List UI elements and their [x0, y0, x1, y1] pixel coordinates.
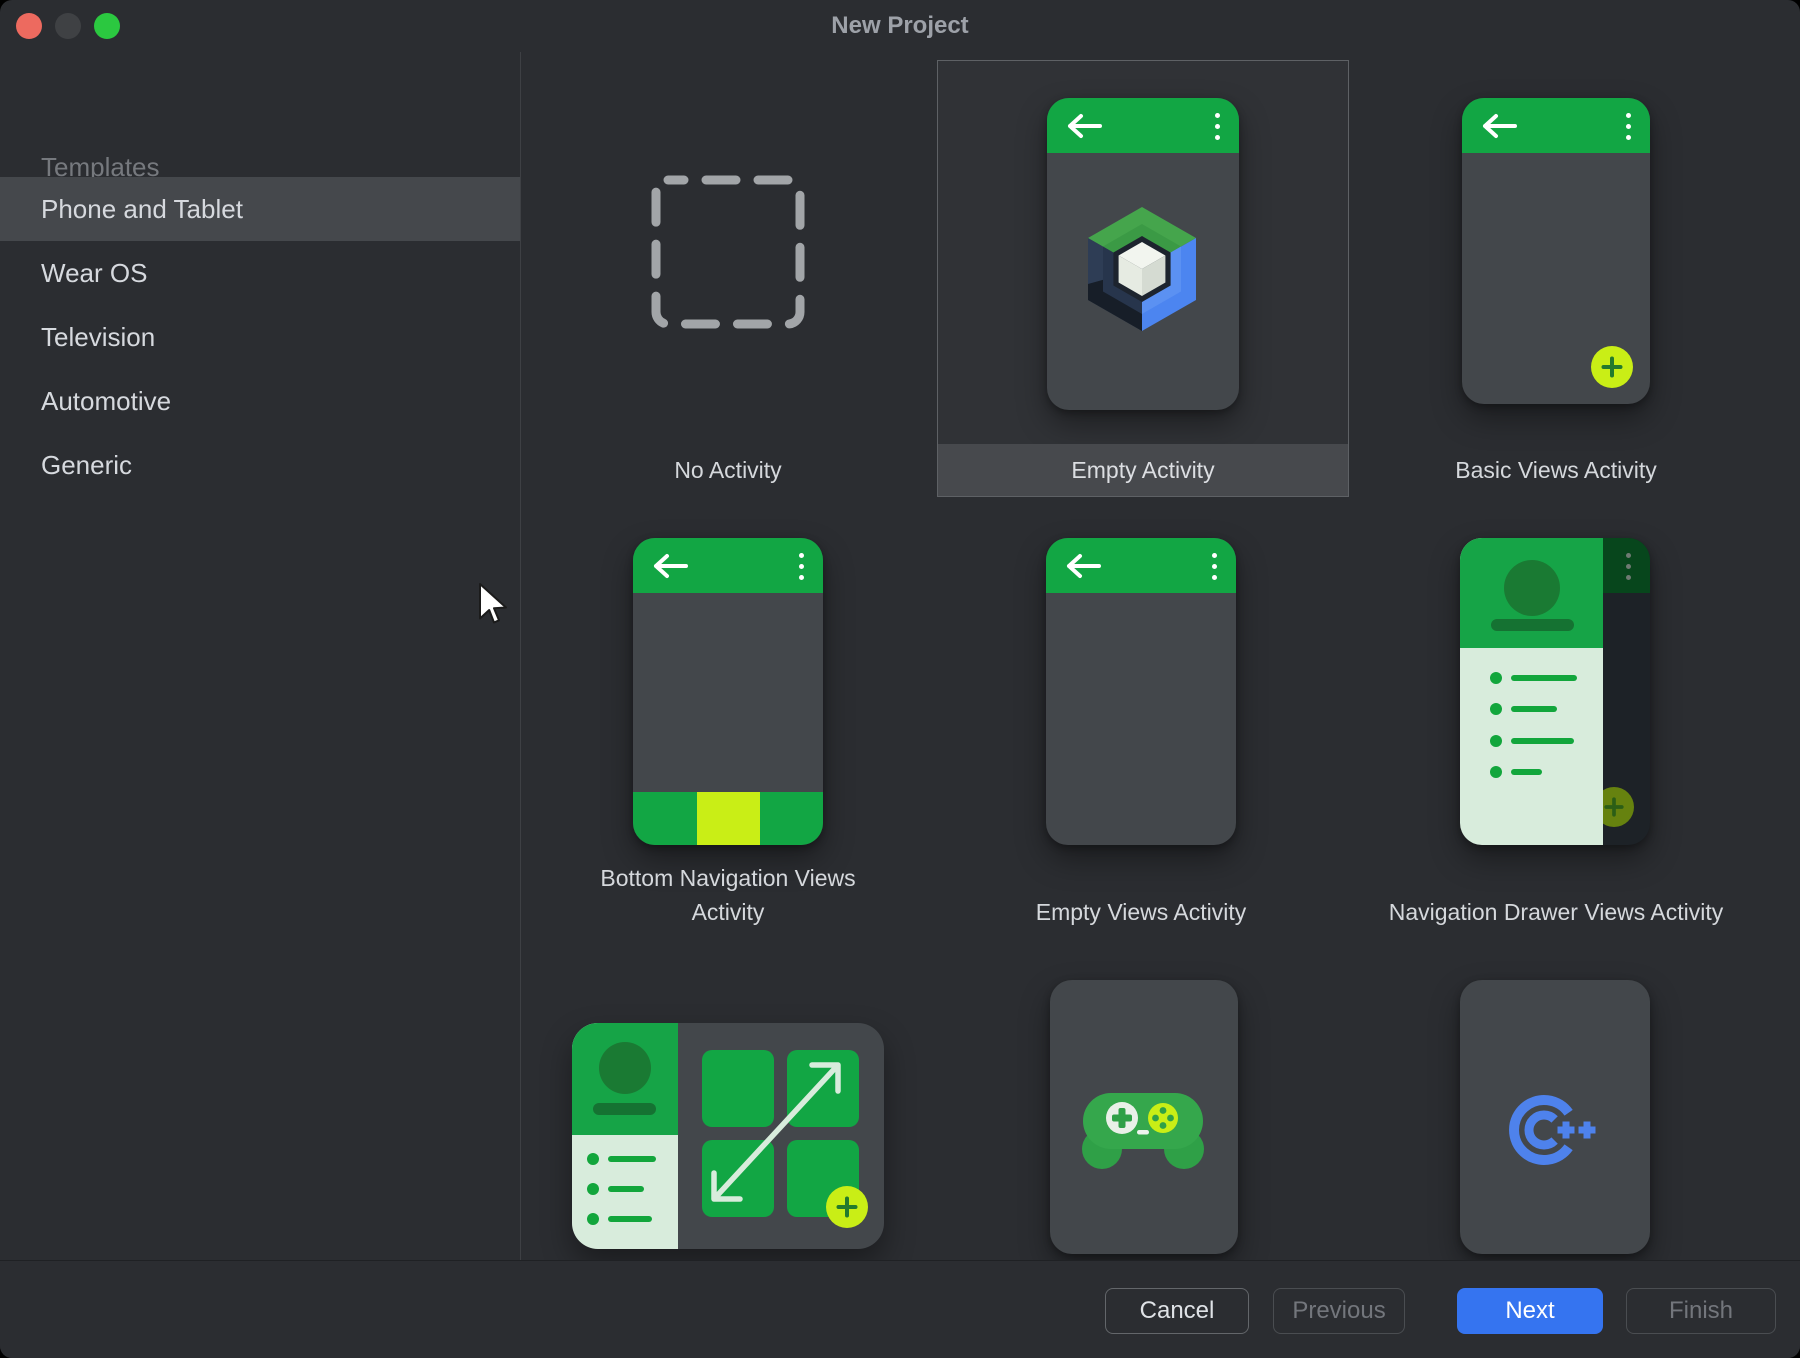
next-button[interactable]: Next [1457, 1288, 1603, 1334]
finish-button[interactable]: Finish [1626, 1288, 1776, 1334]
nav-drawer-panel [1460, 538, 1603, 845]
template-label-bottom-navigation: Bottom Navigation Views Activity [578, 861, 878, 929]
fab-plus-icon [826, 1186, 868, 1228]
template-card-navigation-drawer[interactable] [1460, 538, 1650, 845]
phone-mockup [1047, 98, 1239, 410]
templates-sidebar: Templates Phone and Tablet Wear OS Telev… [0, 52, 521, 1260]
template-card-basic-views-activity[interactable] [1462, 98, 1650, 404]
name-placeholder [1491, 619, 1574, 631]
appbar [1462, 98, 1650, 153]
sidebar-item-generic[interactable]: Generic [0, 433, 520, 497]
dashed-placeholder-icon[interactable] [650, 174, 806, 330]
expand-arrow-icon [700, 1049, 852, 1213]
template-label-navigation-drawer: Navigation Drawer Views Activity [1346, 895, 1766, 929]
titlebar: New Project [0, 0, 1800, 52]
back-arrow-icon [1480, 113, 1518, 139]
template-label-basic-views-activity: Basic Views Activity [1406, 453, 1706, 487]
name-placeholder [593, 1103, 656, 1115]
template-card-game-activity[interactable] [1050, 980, 1238, 1254]
template-label-no-activity: No Activity [578, 453, 878, 487]
template-label-empty-activity: Empty Activity [938, 444, 1348, 496]
sidebar-item-wear-os[interactable]: Wear OS [0, 241, 520, 305]
list-panel [572, 1023, 678, 1249]
template-label-empty-views-activity: Empty Views Activity [991, 895, 1291, 929]
new-project-dialog: New Project Templates Phone and Tablet W… [0, 0, 1800, 1358]
sidebar-item-television[interactable]: Television [0, 305, 520, 369]
fab-plus-icon [1591, 346, 1633, 388]
avatar [599, 1042, 651, 1094]
template-card-empty-activity[interactable]: Empty Activity [937, 60, 1349, 497]
overflow-menu-icon [1626, 113, 1631, 140]
appbar [633, 538, 823, 593]
overflow-menu-icon [1212, 553, 1217, 580]
appbar [1046, 538, 1236, 593]
overflow-menu-icon [1626, 553, 1631, 580]
template-card-bottom-navigation[interactable] [633, 538, 823, 845]
dialog-footer: Cancel Previous Next Finish [0, 1260, 1800, 1358]
template-card-empty-views-activity[interactable] [1046, 538, 1236, 845]
cpp-icon [1506, 1090, 1606, 1170]
previous-button[interactable]: Previous [1273, 1288, 1405, 1334]
jetpack-compose-icon [1080, 202, 1204, 336]
window-title: New Project [0, 0, 1800, 52]
avatar [1504, 560, 1560, 616]
game-controller-icon [1077, 1092, 1209, 1172]
template-card-primary-detail[interactable] [572, 1023, 884, 1249]
sidebar-item-phone-and-tablet[interactable]: Phone and Tablet [0, 177, 520, 241]
sidebar-item-automotive[interactable]: Automotive [0, 369, 520, 433]
overflow-menu-icon [799, 553, 804, 580]
bottom-nav-bar [633, 792, 823, 845]
overflow-menu-icon [1215, 113, 1220, 140]
cancel-button[interactable]: Cancel [1105, 1288, 1249, 1334]
appbar [1047, 98, 1239, 153]
back-arrow-icon [1065, 113, 1103, 139]
template-card-native-cpp[interactable] [1460, 980, 1650, 1254]
back-arrow-icon [1064, 553, 1102, 579]
back-arrow-icon [651, 553, 689, 579]
